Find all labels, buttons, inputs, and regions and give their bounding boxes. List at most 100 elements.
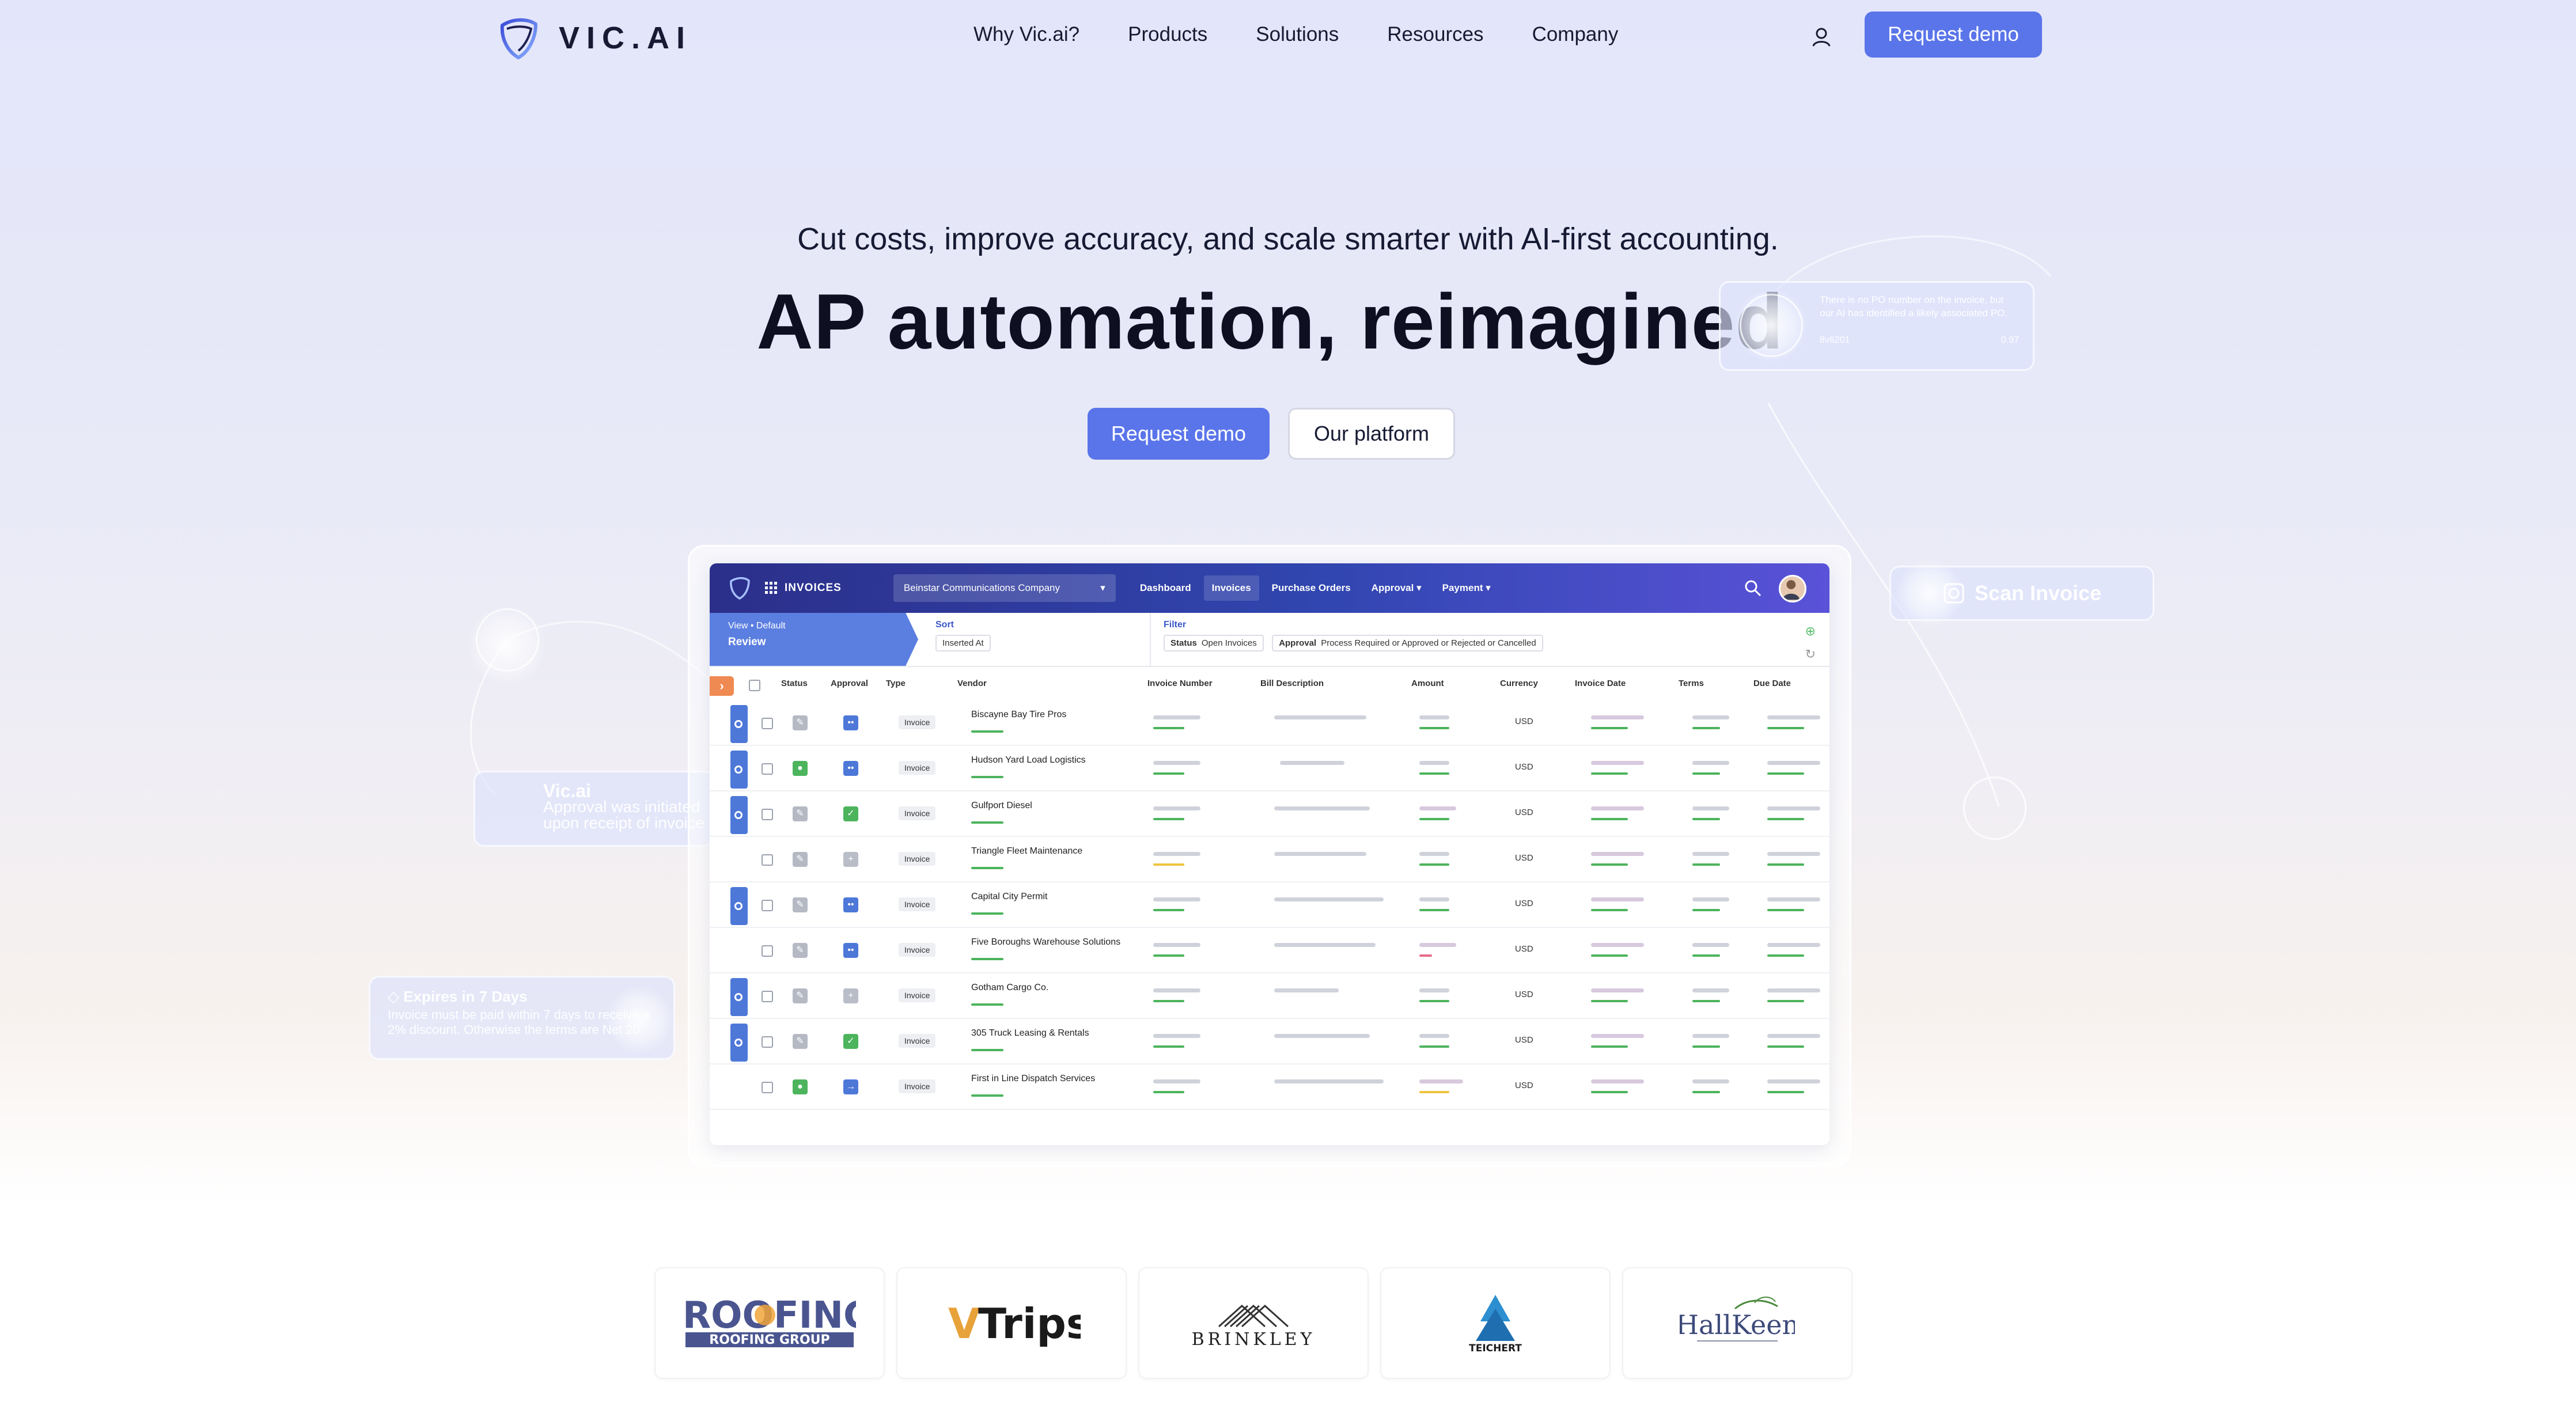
type-chip: Invoice [899,943,936,957]
glow-ring [476,608,539,672]
type-chip: Invoice [899,715,936,729]
row-checkbox[interactable] [762,854,773,866]
expand-panel-button[interactable]: › [710,676,734,696]
status-edit-icon: ✎ [793,852,808,867]
table-row[interactable]: ✎ •• Invoice Capital City Permit USD [710,882,1829,928]
col-amount[interactable]: Amount [1411,679,1444,688]
table-toolbar: View • Default Review Sort Inserted At F… [710,613,1829,667]
tab-dashboard[interactable]: Dashboard [1132,575,1199,601]
view-selector[interactable]: View • Default Review [710,613,918,666]
nav-link-products[interactable]: Products [1128,23,1207,46]
approval-users-icon: •• [843,897,858,912]
apps-grid-icon[interactable] [765,582,778,594]
po-id: 8v6201 [1820,335,1850,345]
brinkley-logo: BRINKLEY [1192,1304,1312,1350]
vic-card-body: Approval was initiated upon receipt of i… [543,798,705,832]
nav-link-resources[interactable]: Resources [1387,23,1483,46]
currency: USD [1515,762,1533,772]
search-icon[interactable] [1744,579,1761,597]
sort-chip[interactable]: Inserted At [935,635,991,651]
col-status[interactable]: Status [781,679,808,688]
type-chip: Invoice [899,806,936,820]
table-row[interactable]: ✎ •• Invoice Five Boroughs Warehouse Sol… [710,928,1829,973]
nav-link-solutions[interactable]: Solutions [1256,23,1339,46]
user-account-icon[interactable] [1810,25,1833,48]
add-icon[interactable]: ⊕ [1805,620,1816,643]
table-row[interactable]: ✎ + Invoice Gotham Cargo Co. USD [710,973,1829,1019]
table-row[interactable]: ● → Invoice First in Line Dispatch Servi… [710,1064,1829,1110]
company-selector[interactable]: Beinstar Communications Company ▾ [893,574,1116,602]
type-chip: Invoice [899,761,936,775]
row-checkbox[interactable] [762,763,773,775]
col-bill-description[interactable]: Bill Description [1260,679,1324,688]
row-indicator [730,796,748,834]
tab-payment[interactable]: Payment ▾ [1434,575,1499,601]
tab-purchase-orders[interactable]: Purchase Orders [1264,575,1359,601]
type-chip: Invoice [899,1079,936,1093]
table-row[interactable]: ● •• Invoice Hudson Yard Load Logistics … [710,746,1829,791]
row-checkbox[interactable] [762,809,773,820]
tab-approval[interactable]: Approval ▾ [1363,575,1430,601]
currency: USD [1515,853,1533,863]
glow-dot [605,985,674,1054]
svg-text:ROOFING GROUP: ROOFING GROUP [709,1333,829,1347]
col-invoice-number[interactable]: Invoice Number [1147,679,1213,688]
status-user-icon: ● [793,1079,808,1094]
vendor-name: Biscayne Bay Tire Pros [971,710,1067,719]
nav-links: Why Vic.ai? Products Solutions Resources… [973,23,1618,46]
nav-link-company[interactable]: Company [1532,23,1619,46]
table-row[interactable]: ✎ •• Invoice Biscayne Bay Tire Pros USD [710,700,1829,746]
company-name: Beinstar Communications Company [903,582,1060,593]
currency: USD [1515,717,1533,726]
brand-logo[interactable]: VIC.AI [495,15,692,61]
nav-request-demo-button[interactable]: Request demo [1865,12,2042,58]
row-indicator [730,751,748,789]
sort-control[interactable]: Sort Inserted At [918,613,1151,666]
filter-approval-chip[interactable]: Approval Process Required or Approved or … [1272,635,1543,651]
vendor-name: Triangle Fleet Maintenance [971,846,1083,856]
col-vendor[interactable]: Vendor [957,679,987,688]
teichert-logo: TEICHERT [1469,1295,1522,1354]
table-row[interactable]: ✎ + Invoice Triangle Fleet Maintenance U… [710,837,1829,882]
table-row[interactable]: ✎ ✓ Invoice Gulfport Diesel USD [710,791,1829,837]
vendor-name: Five Boroughs Warehouse Solutions [971,937,1121,947]
hero-headline: AP automation, reimagined [756,278,1784,365]
vic-logo-icon [500,18,537,59]
col-invoice-date[interactable]: Invoice Date [1575,679,1626,688]
refresh-icon[interactable]: ↻ [1805,643,1816,666]
col-due-date[interactable]: Due Date [1753,679,1791,688]
row-checkbox[interactable] [762,900,773,911]
vendor-name: Gulfport Diesel [971,801,1032,810]
row-indicator [730,887,748,925]
vendor-name: Hudson Yard Load Logistics [971,755,1086,765]
approval-users-icon: •• [843,715,858,730]
customer-logos: GLOBAL ROOFING GROUP ROOFING GROUP V Tri… [654,1267,1853,1379]
row-checkbox[interactable] [762,991,773,1002]
approval-check-icon: ✓ [843,1034,858,1049]
nav-link-why[interactable]: Why Vic.ai? [973,23,1079,46]
app-tabs: Dashboard Invoices Purchase Orders Appro… [1132,575,1499,601]
col-currency[interactable]: Currency [1500,679,1538,688]
hero-request-demo-button[interactable]: Request demo [1088,408,1270,460]
tab-invoices[interactable]: Invoices [1203,575,1259,601]
col-approval[interactable]: Approval [831,679,868,688]
table-row[interactable]: ✎ ✓ Invoice 305 Truck Leasing & Rentals … [710,1019,1829,1064]
row-checkbox[interactable] [762,945,773,957]
col-terms[interactable]: Terms [1679,679,1704,688]
approval-users-icon: •• [843,761,858,776]
row-checkbox[interactable] [762,1036,773,1048]
type-chip: Invoice [899,897,936,911]
expires-title: Expires in 7 Days [403,988,528,1005]
row-checkbox[interactable] [762,1082,773,1093]
filter-status-chip[interactable]: Status Open Invoices [1164,635,1264,651]
row-checkbox[interactable] [762,718,773,729]
glow-ring [1740,294,1803,357]
select-all-checkbox[interactable] [749,680,760,691]
top-nav: VIC.AI Why Vic.ai? Products Solutions Re… [0,0,2576,75]
our-platform-button[interactable]: Our platform [1288,408,1455,460]
col-type[interactable]: Type [886,679,906,688]
glow-ring [1963,776,2026,840]
approval-plus-icon: + [843,852,858,867]
table-header: › Status Approval Type Vendor Invoice Nu… [710,667,1829,700]
avatar[interactable] [1779,575,1806,603]
